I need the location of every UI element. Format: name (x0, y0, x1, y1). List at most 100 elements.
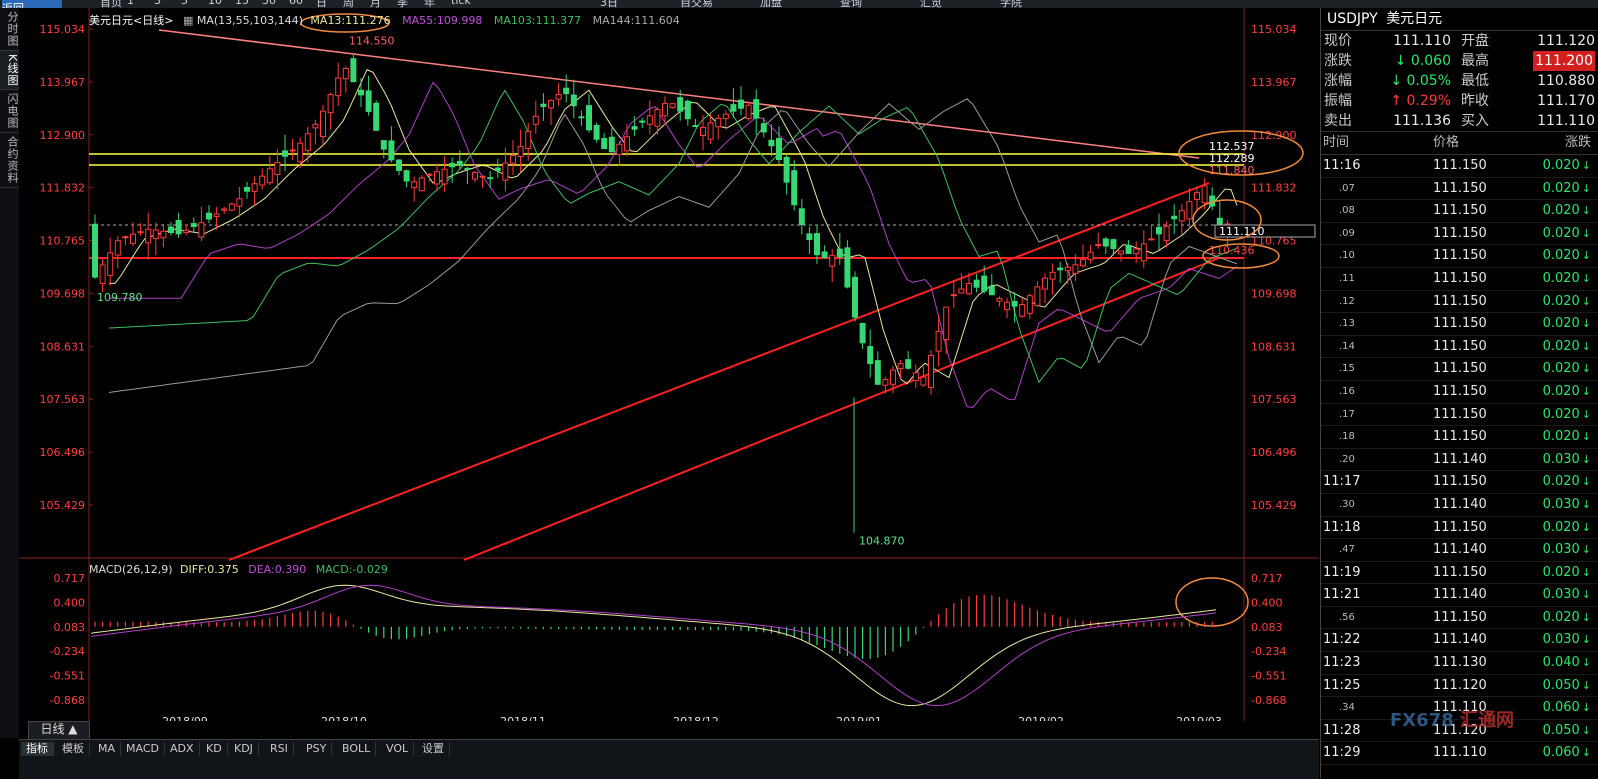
ma-param-label[interactable]: MA(13,55,103,144) (197, 14, 303, 27)
trade-change-value: 0.020 (1542, 158, 1580, 173)
macd-param-label[interactable]: MACD(26,12,9) (89, 563, 173, 576)
trade-change: 0.020 ↓ (1543, 245, 1591, 267)
macd-tick-right: -0.551 (1251, 670, 1286, 683)
period-selector[interactable]: 日线 ▲ (28, 721, 90, 740)
indicator-tab[interactable]: BOLL (337, 742, 377, 756)
trade-change: 0.020 ↓ (1543, 155, 1591, 177)
macd-tick-right: 0.400 (1251, 596, 1283, 609)
trade-change-value: 0.050 (1542, 677, 1580, 693)
trade-change-value: 0.020 (1542, 474, 1580, 490)
toolbar-item[interactable]: 日 (316, 0, 327, 8)
candle-body (297, 142, 304, 163)
candle-body (768, 139, 775, 147)
back-button[interactable]: 返回 (2, 0, 62, 8)
candle-body (1095, 244, 1102, 247)
indicator-tab[interactable]: MA (93, 742, 122, 756)
candle-body (449, 162, 456, 168)
toolbar-item[interactable]: 月 (370, 0, 381, 8)
trade-row: .14 111.150 0.020 ↓ (1321, 336, 1598, 359)
trade-price: 111.140 (1433, 451, 1487, 467)
down-arrow-icon: ↓ (1581, 204, 1591, 218)
toolbar-item[interactable]: 学院 (1000, 0, 1022, 8)
indicator-tab[interactable]: PSY (301, 742, 333, 756)
indicator-tab[interactable]: 模板 (57, 742, 90, 756)
candle-body (753, 99, 760, 119)
trade-price: 111.140 (1433, 496, 1487, 512)
indicator-tab[interactable]: MACD (121, 742, 165, 756)
x-axis-label: 2018/11 (500, 715, 546, 721)
trade-change-value: 0.030 (1542, 496, 1580, 512)
toolbar-item[interactable]: 季 (397, 0, 408, 8)
annotation-ellipse (1175, 577, 1249, 627)
candle-body (1087, 251, 1094, 261)
toolbar-item[interactable]: 年 (424, 0, 435, 8)
down-arrow-icon: ↓ (1581, 362, 1591, 376)
candle-body (829, 254, 836, 267)
left-tab[interactable]: 闪电图 (0, 90, 19, 134)
trade-row: .13 111.150 0.020 ↓ (1321, 313, 1598, 336)
macd-value: MACD:-0.029 (315, 563, 388, 576)
trade-row: 11:25 111.120 0.050 ↓ (1321, 675, 1598, 698)
down-arrow-icon: ↓ (1581, 678, 1591, 692)
candle-body (578, 116, 585, 119)
toolbar-item[interactable]: 首页 (100, 0, 122, 8)
candle-body (639, 120, 646, 123)
candle-body (403, 170, 410, 182)
quote-value: 111.110 (1537, 113, 1595, 129)
candle-body (882, 379, 889, 386)
indicator-tab[interactable]: VOL (381, 742, 415, 756)
quote-row: 涨跌 ↓ 0.060 最高 111.200 (1321, 51, 1598, 71)
candle-body (1080, 259, 1086, 267)
toolbar-item[interactable]: 10 (208, 0, 222, 8)
candle-body (874, 360, 881, 385)
macd-tick-left: 0.717 (54, 572, 86, 585)
toolbar-item[interactable]: 30 (262, 0, 276, 8)
toolbar-item[interactable]: tick (451, 0, 471, 8)
candle-body (494, 167, 501, 172)
trades-list[interactable]: 11:16 111.150 0.020 ↓ .07 111.150 0.020 ↓ .08 111… (1321, 155, 1598, 766)
indicator-tab[interactable]: 设置 (417, 742, 450, 756)
quote-value: 111.120 (1537, 33, 1595, 49)
trade-price: 111.150 (1433, 361, 1487, 377)
toolbar-item[interactable]: 查询 (840, 0, 862, 8)
trades-col-price: 价格 (1433, 135, 1460, 150)
left-tab[interactable]: 分时图 (0, 8, 19, 51)
candle-body (555, 93, 562, 100)
indicator-tab[interactable]: KDJ (229, 742, 259, 756)
candle-body (1186, 201, 1193, 220)
candle-body (950, 294, 957, 297)
indicator-tab[interactable]: ADX (165, 742, 200, 756)
trade-change: 0.020 ↓ (1543, 562, 1591, 584)
indicator-tab[interactable]: 指标 (21, 742, 54, 756)
trade-change-value: 0.020 (1542, 338, 1580, 354)
left-view-tabs: 分时图 K线图 闪电图 合约资料 (0, 8, 20, 738)
quote-label: 最低 (1461, 73, 1489, 89)
candle-body (99, 264, 106, 284)
trade-time: .20 (1339, 453, 1355, 465)
price-tick-right: 105.429 (1251, 499, 1297, 512)
toolbar-item[interactable]: 1 (127, 0, 134, 8)
toolbar-item[interactable]: 60 (289, 0, 303, 8)
toolbar-item[interactable]: 15 (235, 0, 249, 8)
trade-row: .10 111.150 0.020 ↓ (1321, 245, 1598, 268)
trade-row: .11 111.150 0.020 ↓ (1321, 268, 1598, 291)
toolbar-item[interactable]: 汇览 (920, 0, 942, 8)
kline-chart[interactable]: 115.034 115.034 113.967 113.967 112.900 112.9… (19, 8, 1319, 738)
indicator-tab[interactable]: RSI (265, 742, 294, 756)
toolbar-item[interactable]: 3 (154, 0, 161, 8)
indicator-tab[interactable]: KD (201, 742, 228, 756)
toolbar-item[interactable]: 加盘 (760, 0, 782, 8)
toolbar-item[interactable]: 5 (181, 0, 188, 8)
candle-body (791, 170, 798, 206)
trade-time: .34 (1339, 702, 1355, 714)
candle-body (1133, 248, 1140, 255)
macd-tick-right: 0.717 (1251, 572, 1283, 585)
toolbar-item[interactable]: 3日 (600, 0, 618, 8)
toolbar-item[interactable]: 周 (343, 0, 354, 8)
toolbar-item[interactable]: 自交易 (680, 0, 713, 8)
left-tab[interactable]: K线图 (0, 51, 19, 91)
label-bottom: 104.870 (859, 535, 905, 548)
left-tab[interactable]: 合约资料 (0, 133, 19, 189)
trade-price: 111.150 (1433, 338, 1487, 354)
trade-change-value: 0.020 (1542, 180, 1580, 196)
